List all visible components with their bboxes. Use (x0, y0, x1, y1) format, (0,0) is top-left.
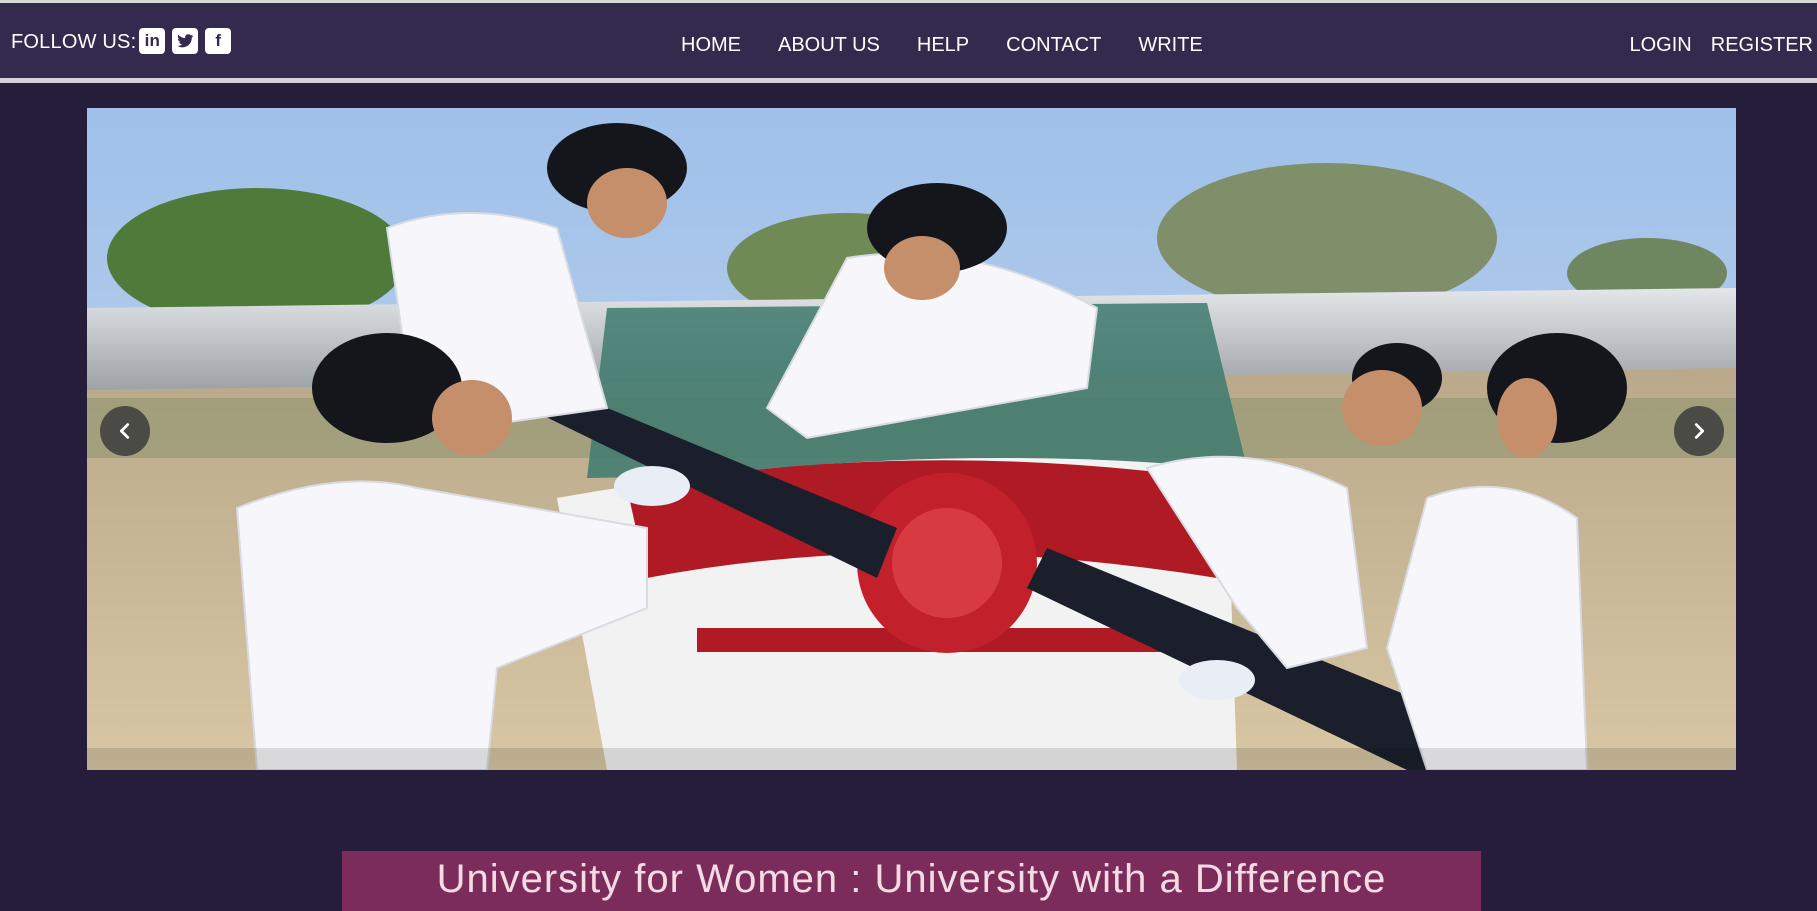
chevron-right-icon (1694, 423, 1705, 439)
nav-about-us[interactable]: ABOUT US (778, 34, 880, 57)
main-menu: HOME ABOUT US HELP CONTACT WRITE (681, 34, 1240, 57)
login-link[interactable]: LOGIN (1630, 34, 1692, 57)
linkedin-icon[interactable]: in (139, 28, 166, 54)
nav-contact[interactable]: CONTACT (1006, 34, 1101, 57)
nav-home[interactable]: HOME (681, 34, 741, 57)
page-title-banner: University for Women : University with a… (342, 851, 1481, 911)
chevron-left-icon (119, 423, 130, 439)
social-links: in f (139, 28, 232, 54)
carousel-next-button[interactable] (1674, 406, 1724, 456)
nav-write[interactable]: WRITE (1138, 34, 1202, 57)
navbar: FOLLOW US: in f HOME ABOUT US HELP CONTA… (0, 3, 1817, 78)
carousel-prev-button[interactable] (100, 406, 150, 456)
auth-links: LOGIN REGISTER (1611, 34, 1814, 57)
image-carousel (87, 108, 1736, 770)
follow-us: FOLLOW US: in f (11, 28, 232, 54)
follow-us-label: FOLLOW US: (11, 30, 137, 53)
carousel-slide-image (87, 108, 1736, 770)
photo-credit (1724, 110, 1734, 190)
nav-help[interactable]: HELP (917, 34, 969, 57)
navbar-bottom-border (0, 78, 1817, 83)
page-title: University for Women : University with a… (436, 857, 1387, 901)
register-link[interactable]: REGISTER (1711, 34, 1813, 57)
twitter-icon[interactable] (172, 28, 199, 54)
facebook-icon[interactable]: f (205, 28, 232, 54)
